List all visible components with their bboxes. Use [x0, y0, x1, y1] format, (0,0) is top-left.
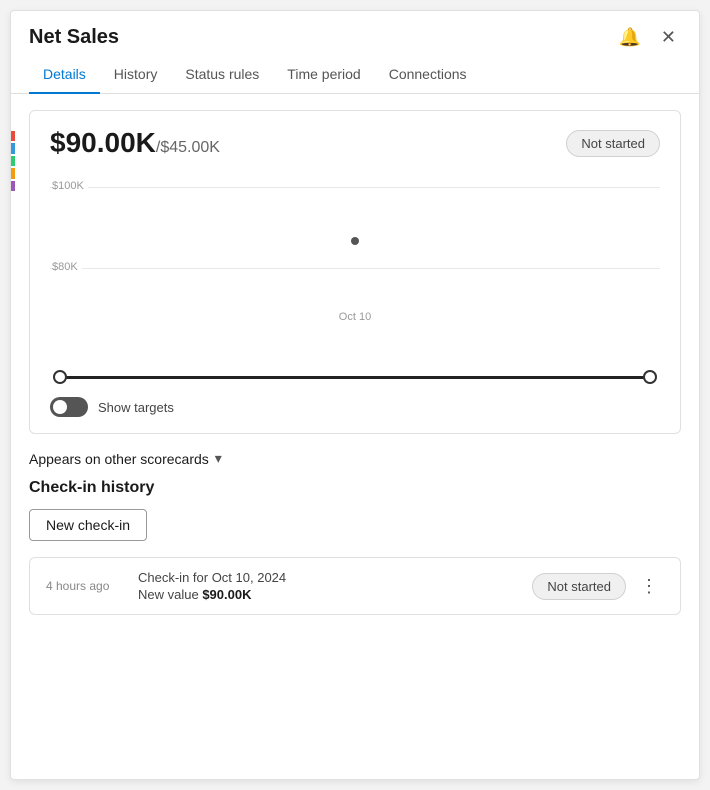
metric-target-value: /$45.00K	[156, 139, 220, 156]
accent-purple	[11, 181, 15, 191]
x-axis-label: Oct 10	[339, 311, 371, 323]
show-targets-toggle[interactable]	[50, 397, 88, 417]
metric-card: $90.00K/$45.00K Not started $100K $80K	[29, 110, 681, 434]
tab-time-period[interactable]: Time period	[273, 56, 374, 94]
checkin-right: Not started ⋮	[532, 573, 664, 600]
accent-green	[11, 156, 15, 166]
grid-label-80k: $80K	[52, 261, 82, 273]
checkin-info: Check-in for Oct 10, 2024 New value $90.…	[138, 570, 520, 602]
checkin-history-title: Check-in history	[29, 479, 681, 497]
accent-blue	[11, 143, 15, 153]
range-slider[interactable]	[60, 365, 650, 389]
checkin-new-value: $90.00K	[202, 587, 251, 602]
header-icons: 🔔 ✕	[613, 25, 681, 50]
close-button[interactable]: ✕	[656, 25, 681, 50]
show-targets-label: Show targets	[98, 400, 174, 415]
close-icon: ✕	[661, 27, 676, 47]
bell-icon: 🔔	[618, 27, 640, 47]
status-badge: Not started	[566, 130, 660, 157]
left-accent	[11, 131, 15, 191]
metric-current-value: $90.00K	[50, 127, 156, 158]
checkin-value: New value $90.00K	[138, 587, 520, 602]
show-targets-row: Show targets	[50, 397, 660, 417]
tab-bar: Details History Status rules Time period…	[11, 56, 699, 94]
tab-details[interactable]: Details	[29, 56, 100, 94]
checkin-status-badge: Not started	[532, 573, 626, 600]
tab-history[interactable]: History	[100, 56, 172, 94]
grid-label-100k: $100K	[52, 180, 88, 192]
panel-header: Net Sales 🔔 ✕	[11, 11, 699, 50]
toggle-thumb	[53, 400, 67, 414]
tab-status-rules[interactable]: Status rules	[171, 56, 273, 94]
panel-title: Net Sales	[29, 26, 119, 49]
data-dot	[351, 237, 359, 245]
appears-label: Appears on other scorecards	[29, 451, 209, 467]
chevron-down-icon: ▾	[215, 450, 222, 467]
bell-button[interactable]: 🔔	[613, 25, 645, 50]
grid-line-80k: $80K	[50, 268, 660, 273]
chart-grid: $100K $80K Oct 10	[50, 169, 660, 349]
slider-track	[60, 376, 650, 379]
slider-thumb-left[interactable]	[53, 370, 67, 384]
main-panel: Net Sales 🔔 ✕ Details History Status rul…	[10, 10, 700, 780]
chart-area: $100K $80K Oct 10	[50, 169, 660, 389]
checkin-time-ago: 4 hours ago	[46, 579, 126, 593]
tab-connections[interactable]: Connections	[375, 56, 481, 94]
appears-on-scorecards-row[interactable]: Appears on other scorecards ▾	[29, 450, 681, 467]
grid-line-100k: $100K	[50, 187, 660, 192]
checkin-date: Check-in for Oct 10, 2024	[138, 570, 520, 585]
accent-orange	[11, 168, 15, 178]
content-area: $90.00K/$45.00K Not started $100K $80K	[11, 94, 699, 631]
checkin-item: 4 hours ago Check-in for Oct 10, 2024 Ne…	[29, 557, 681, 615]
metric-top-row: $90.00K/$45.00K Not started	[50, 127, 660, 159]
accent-red	[11, 131, 15, 141]
metric-value-display: $90.00K/$45.00K	[50, 127, 220, 159]
more-options-button[interactable]: ⋮	[634, 574, 664, 599]
new-checkin-button[interactable]: New check-in	[29, 509, 147, 541]
slider-thumb-right[interactable]	[643, 370, 657, 384]
